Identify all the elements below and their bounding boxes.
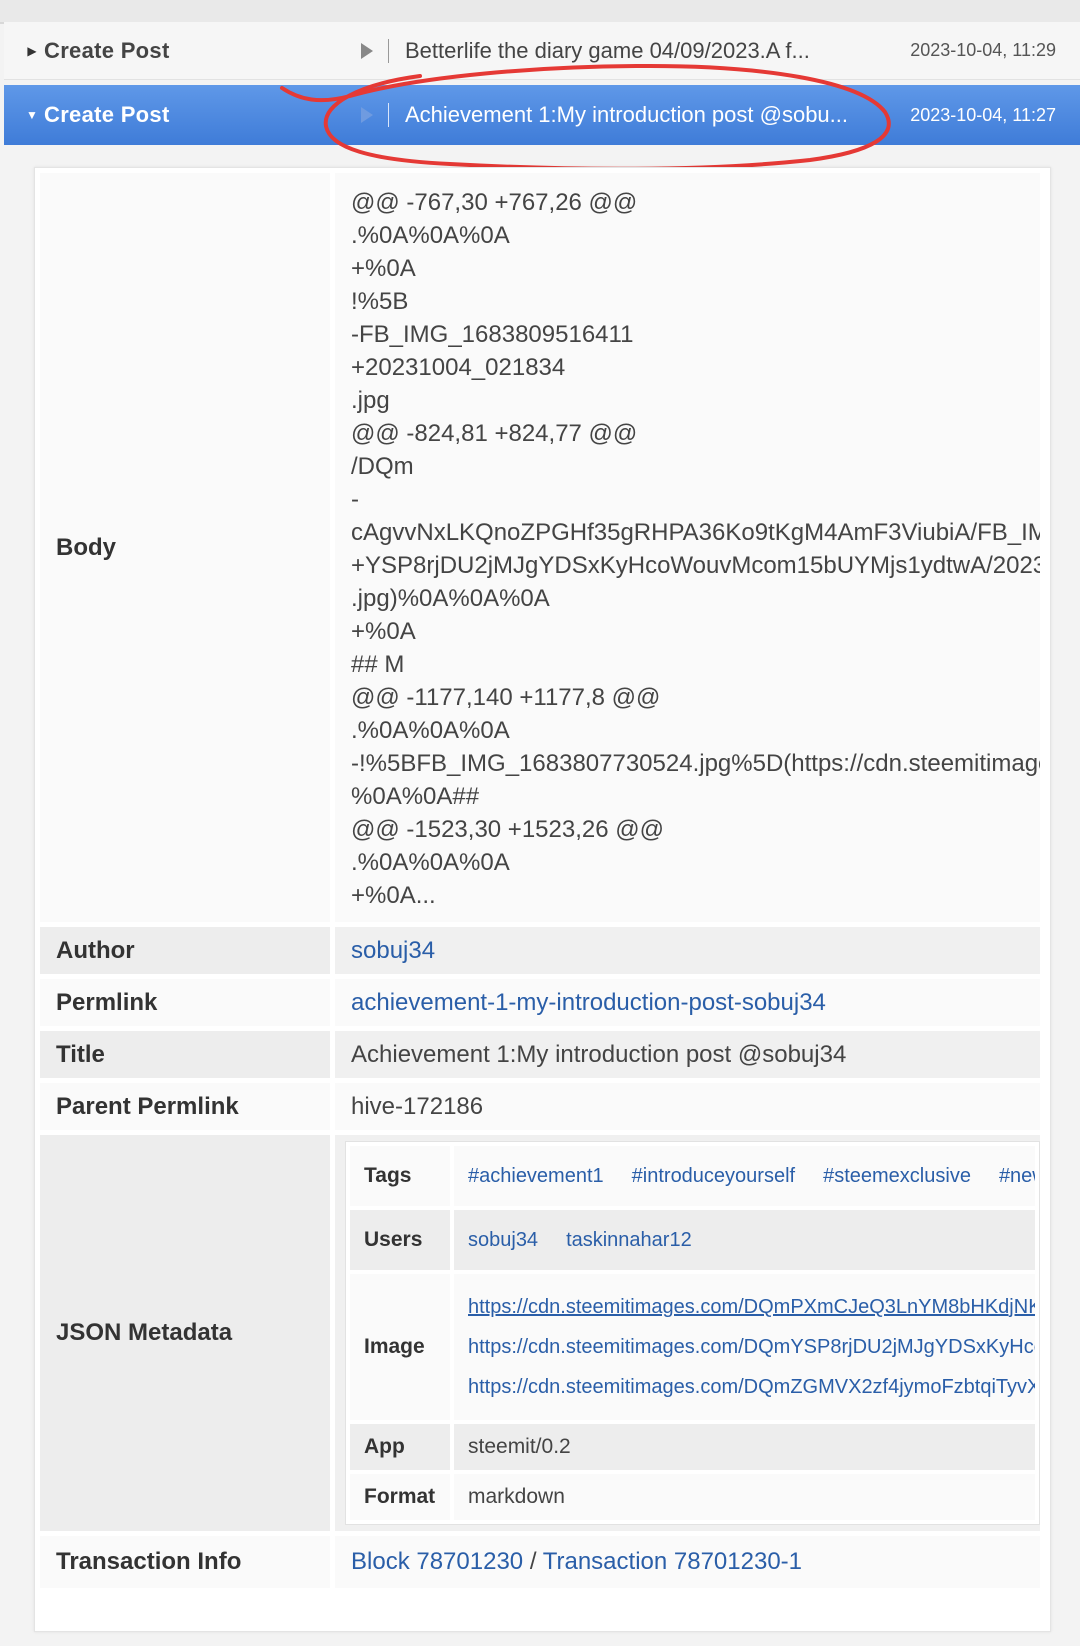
body-line: - (351, 486, 359, 513)
image-links: https://cdn.steemitimages.com/DQmPXmCJeQ… (454, 1274, 1035, 1420)
tag-link[interactable]: #introduceyourself (632, 1165, 795, 1187)
body-line: .%0A%0A%0A (351, 222, 510, 249)
image-label: Image (350, 1274, 450, 1420)
operation-timestamp: 2023-10-04, 11:29 (910, 40, 1056, 60)
meta-format-row: Format markdown (350, 1474, 1035, 1520)
body-line: !%5B (351, 288, 409, 315)
transaction-link[interactable]: Transaction 78701230-1 (543, 1548, 802, 1575)
title-row: Title Achievement 1:My introduction post… (40, 1031, 1040, 1078)
tags-label: Tags (350, 1146, 450, 1206)
tag-link[interactable]: #new (999, 1165, 1035, 1187)
author-link[interactable]: sobuj34 (351, 937, 435, 964)
body-line: +YSP8rjDU2jMJgYDSxKyHcoWouvMcom15bUYMjs1… (351, 552, 1040, 579)
meta-users-row: Users sobuj34 taskinnahar12 (350, 1210, 1035, 1270)
permlink-label: Permlink (40, 979, 330, 1026)
json-metadata-label: JSON Metadata (40, 1135, 330, 1531)
permlink-row: Permlink achievement-1-my-introduction-p… (40, 979, 1040, 1026)
operation-timestamp: 2023-10-04, 11:27 (910, 104, 1056, 125)
tags-list: #achievement1 #introduceyourself #steemexc… (454, 1146, 1035, 1206)
json-metadata-table: Tags #achievement1 #introduceyourself #ste… (345, 1141, 1040, 1525)
image-url-link[interactable]: https://cdn.steemitimages.com/DQmYSP8rjD… (468, 1327, 1035, 1367)
format-value: markdown (454, 1474, 1035, 1520)
play-icon[interactable] (360, 106, 374, 124)
body-line: /DQm (351, 453, 414, 480)
parent-permlink-row: Parent Permlink hive-172186 (40, 1083, 1040, 1130)
body-line: .%0A%0A%0A (351, 849, 510, 876)
body-line: +%0A (351, 618, 416, 645)
transaction-info-label: Transaction Info (40, 1536, 330, 1588)
separator (388, 38, 389, 63)
operation-row-collapsed[interactable]: ▶ Create Post Betterlife the diary game … (4, 22, 1080, 80)
meta-app-row: App steemit/0.2 (350, 1424, 1035, 1470)
body-line: cAgvvNxLKQnoZPGHf35gRHPA36Ko9tKgM4AmF3Vi… (351, 519, 1040, 546)
body-line: .%0A%0A%0A (351, 717, 510, 744)
body-diff-text: @@ -767,30 +767,26 @@ .%0A%0A%0A +%0A !%5B -… (351, 173, 1040, 922)
meta-tags-row: Tags #achievement1 #introduceyourself #ste… (350, 1146, 1035, 1206)
title-value: Achievement 1:My introduction post @sobu… (335, 1031, 1040, 1078)
caret-down-icon[interactable]: ▼ (20, 108, 44, 122)
operation-type: Create Post (44, 102, 170, 127)
body-line: +20231004_021834 (351, 354, 566, 381)
play-icon[interactable] (360, 42, 374, 60)
parent-permlink-label: Parent Permlink (40, 1083, 330, 1130)
tag-link[interactable]: #steemexclusive (823, 1165, 971, 1187)
operation-summary: Achievement 1:My introduction post @sobu… (405, 102, 848, 127)
body-line: @@ -1177,140 +1177,8 @@ (351, 684, 661, 711)
body-label: Body (40, 173, 330, 922)
operation-type: Create Post (44, 37, 170, 63)
user-link[interactable]: sobuj34 (468, 1229, 538, 1251)
body-line: +%0A... (351, 882, 436, 909)
permlink-link[interactable]: achievement-1-my-introduction-post-sobuj… (351, 989, 826, 1016)
separator (388, 103, 389, 127)
body-line: -FB_IMG_1683809516411 (351, 321, 634, 348)
tag-link[interactable]: #achievement1 (468, 1165, 604, 1187)
operation-summary: Betterlife the diary game 04/09/2023.A f… (405, 37, 810, 63)
user-link[interactable]: taskinnahar12 (566, 1229, 692, 1251)
title-label: Title (40, 1031, 330, 1078)
body-row: Body @@ -767,30 +767,26 @@ .%0A%0A%0A +%0A… (40, 173, 1040, 922)
body-line: +%0A (351, 255, 416, 282)
body-line: %0A%0A## (351, 783, 480, 810)
meta-image-row: Image https://cdn.steemitimages.com/DQmP… (350, 1274, 1035, 1420)
image-url-link[interactable]: https://cdn.steemitimages.com/DQmZGMVX2z… (468, 1367, 1035, 1407)
block-link[interactable]: Block 78701230 (351, 1548, 523, 1575)
format-label: Format (350, 1474, 450, 1520)
users-label: Users (350, 1210, 450, 1270)
operation-details-table: Body @@ -767,30 +767,26 @@ .%0A%0A%0A +%0A… (35, 168, 1045, 1593)
author-row: Author sobuj34 (40, 927, 1040, 974)
link-separator: / (529, 1548, 537, 1575)
previous-row-edge (0, 0, 1080, 24)
transaction-info-row: Transaction Info Block 78701230 / Transa… (40, 1536, 1040, 1588)
app-value: steemit/0.2 (454, 1424, 1035, 1470)
body-line: -!%5BFB_IMG_1683807730524.jpg%5D(https:/… (351, 750, 1040, 777)
operation-row-expanded[interactable]: ▼ Create Post Achievement 1:My introduct… (4, 85, 1080, 145)
body-value: @@ -767,30 +767,26 @@ .%0A%0A%0A +%0A !%5B -… (335, 173, 1040, 922)
body-line: .jpg (351, 387, 390, 414)
body-line: @@ -767,30 +767,26 @@ (351, 189, 638, 216)
app-label: App (350, 1424, 450, 1470)
caret-right-icon[interactable]: ▶ (20, 44, 44, 58)
body-line: @@ -1523,30 +1523,26 @@ (351, 816, 664, 843)
json-metadata-row: JSON Metadata Tags #achievement1 #introdu… (40, 1135, 1040, 1531)
image-url-link[interactable]: https://cdn.steemitimages.com/DQmPXmCJeQ… (468, 1287, 1035, 1327)
body-line: .jpg)%0A%0A%0A (351, 585, 550, 612)
operation-details-card: Body @@ -767,30 +767,26 @@ .%0A%0A%0A +%0A… (34, 167, 1051, 1632)
users-list: sobuj34 taskinnahar12 (454, 1210, 1035, 1270)
body-line: ## M (351, 651, 405, 678)
author-label: Author (40, 927, 330, 974)
body-line: @@ -824,81 +824,77 @@ (351, 420, 638, 447)
parent-permlink-value: hive-172186 (335, 1083, 1040, 1130)
